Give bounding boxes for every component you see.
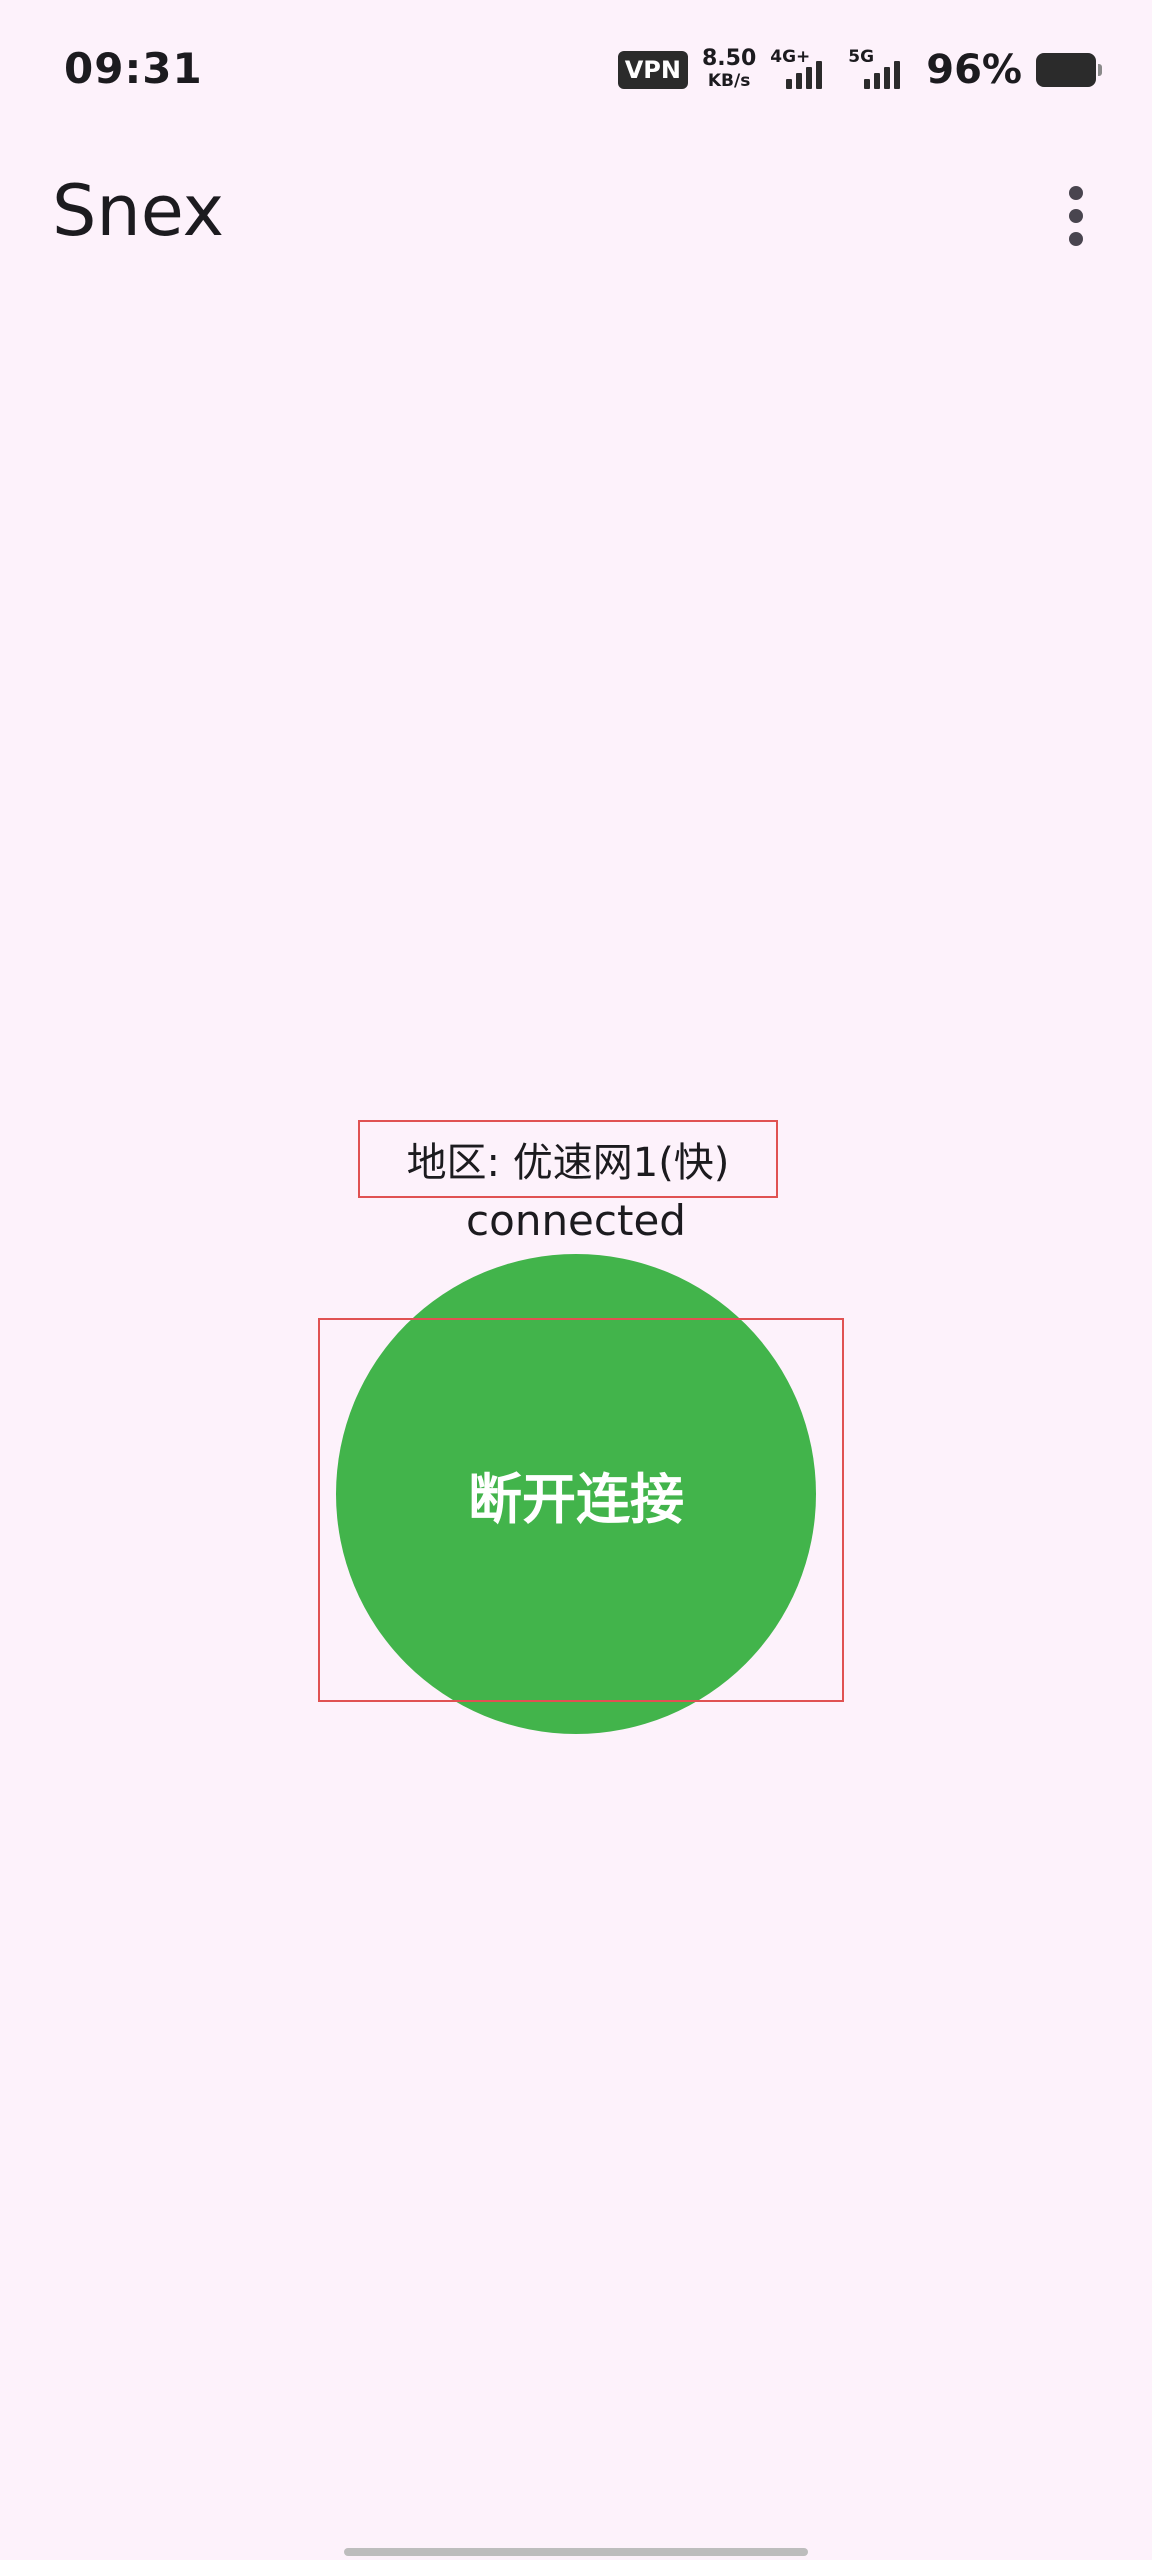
gesture-nav-handle[interactable] [344, 2548, 808, 2556]
battery-percentage: 96% [926, 47, 1022, 93]
app-bar: Snex [0, 140, 1152, 280]
network-speed-value: 8.50 [701, 46, 757, 71]
region-label: 地区: 优速网1(快) [358, 1120, 778, 1198]
status-bar: 09:31 VPN 8.50 KB/s 4G+ 5G 96% [0, 0, 1152, 140]
app-title: Snex [52, 170, 225, 252]
cell-signal-5g-icon: 5G [848, 47, 912, 93]
connection-status: connected [466, 1196, 686, 1245]
cell-signal-4g-icon: 4G+ [770, 47, 834, 93]
disconnect-button-label: 断开连接 [468, 1467, 684, 1531]
battery-icon [1036, 53, 1102, 87]
network-speed-unit: KB/s [707, 71, 751, 91]
vpn-icon: VPN [617, 51, 688, 89]
status-icons: VPN 8.50 KB/s 4G+ 5G 96% [617, 46, 1102, 94]
network-speed: 8.50 KB/s [702, 48, 756, 92]
disconnect-button[interactable]: 断开连接 [336, 1254, 816, 1734]
status-time: 09:31 [64, 44, 203, 93]
more-options-icon[interactable] [1046, 180, 1106, 252]
